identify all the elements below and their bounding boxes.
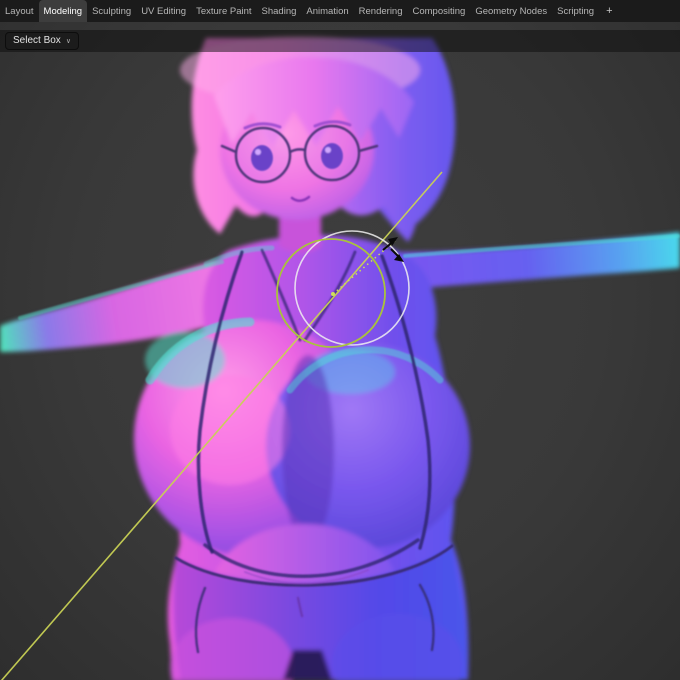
chevron-down-icon: ∨ — [65, 37, 71, 45]
cleavage-shadow — [282, 355, 334, 545]
workspace-tab-bar: Layout Modeling Sculpting UV Editing Tex… — [0, 0, 680, 22]
tab-layout[interactable]: Layout — [0, 0, 39, 22]
tab-compositing[interactable]: Compositing — [408, 0, 471, 22]
tab-texture-paint[interactable]: Texture Paint — [191, 0, 256, 22]
tab-rendering[interactable]: Rendering — [354, 0, 408, 22]
chest-highlight-pink — [170, 375, 290, 485]
tab-modeling[interactable]: Modeling — [38, 0, 88, 22]
tab-animation[interactable]: Animation — [301, 0, 353, 22]
eye-highlight-right — [325, 147, 331, 153]
character-model[interactable] — [0, 36, 680, 680]
eye-right — [321, 143, 343, 169]
eye-left — [251, 145, 273, 171]
active-tool-dropdown[interactable]: Select Box ∨ — [5, 32, 79, 50]
add-workspace-button[interactable]: + — [599, 0, 619, 22]
gizmo-origin-dot — [331, 292, 335, 296]
viewport-3d-canvas[interactable] — [0, 0, 680, 680]
tab-scripting[interactable]: Scripting — [552, 0, 599, 22]
eye-highlight-left — [255, 149, 261, 155]
tab-geometry-nodes[interactable]: Geometry Nodes — [470, 0, 552, 22]
tab-shading[interactable]: Shading — [257, 0, 302, 22]
active-tool-label: Select Box — [13, 35, 61, 46]
tab-uv-editing[interactable]: UV Editing — [136, 0, 191, 22]
tab-sculpting[interactable]: Sculpting — [87, 0, 136, 22]
viewport-header: Select Box ∨ — [0, 30, 680, 52]
